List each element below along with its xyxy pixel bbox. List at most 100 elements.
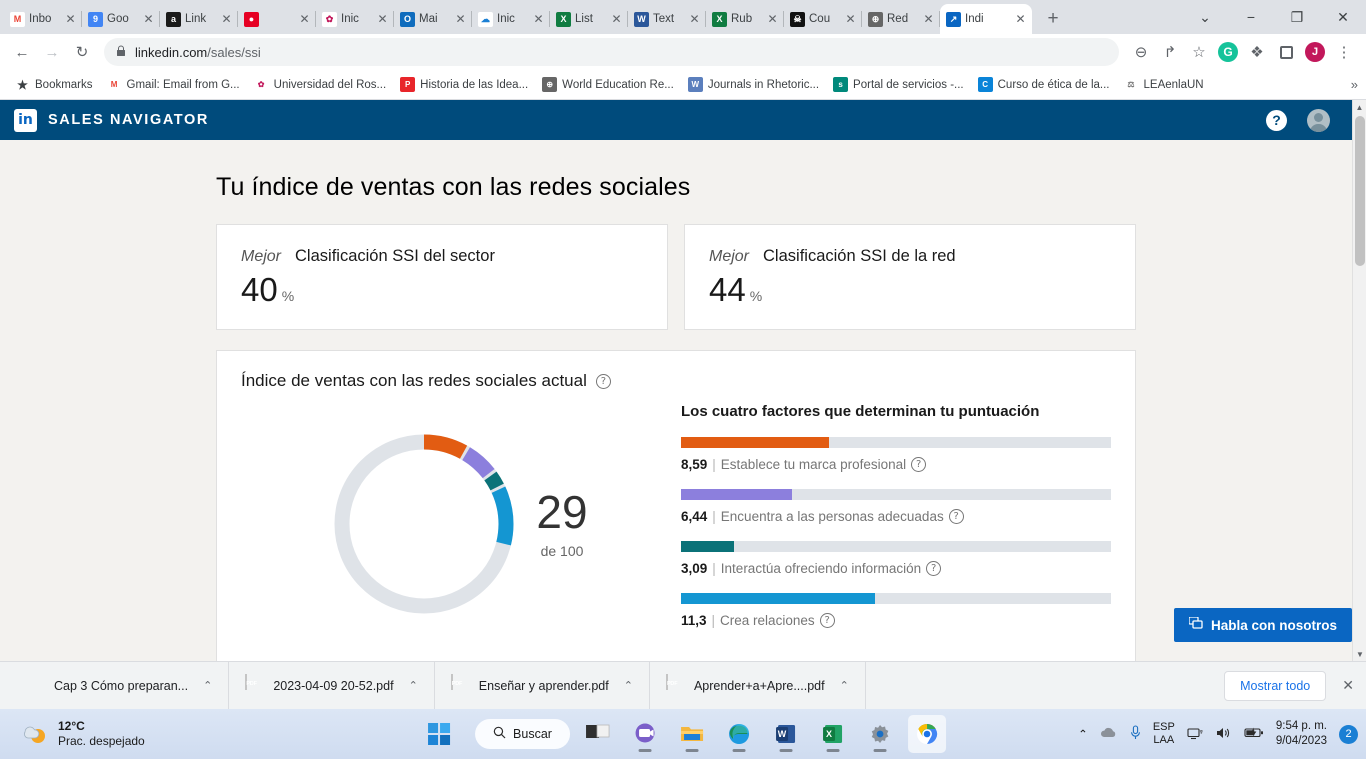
- bookmarks-overflow-icon[interactable]: »: [1351, 77, 1358, 92]
- forward-icon[interactable]: →: [38, 38, 66, 66]
- help-circle-icon[interactable]: ?: [819, 613, 835, 628]
- download-item[interactable]: Enseñar y aprender.pdf ⌃: [435, 661, 650, 710]
- word-icon[interactable]: W: [767, 715, 805, 753]
- browser-tab[interactable]: W Text ✕: [628, 4, 706, 34]
- bookmark-item[interactable]: W Journals in Rhetoric...: [681, 74, 826, 95]
- sidepanel-icon[interactable]: [1272, 38, 1300, 66]
- zoom-icon[interactable]: ⊖: [1127, 38, 1155, 66]
- edge-icon[interactable]: [720, 715, 758, 753]
- tray-expand-icon[interactable]: ⌃: [1078, 727, 1088, 741]
- browser-tab[interactable]: ✿ Inic ✕: [316, 4, 394, 34]
- download-item[interactable]: Cap 3 Cómo preparan... ⌃: [10, 661, 230, 710]
- help-circle-icon[interactable]: ?: [911, 457, 927, 472]
- tab-close-icon[interactable]: ✕: [845, 12, 856, 26]
- bookmark-item[interactable]: ⊕ World Education Re...: [535, 74, 681, 95]
- taskbar-weather-widget[interactable]: 12°C Prac. despejado: [0, 719, 145, 749]
- close-shelf-icon[interactable]: ✕: [1342, 677, 1354, 694]
- teams-icon[interactable]: [626, 715, 664, 753]
- browser-tab[interactable]: ⊕ Red ✕: [862, 4, 940, 34]
- bookmark-item[interactable]: M Gmail: Email from G...: [100, 74, 247, 95]
- browser-tab[interactable]: X List ✕: [550, 4, 628, 34]
- close-window-button[interactable]: ✕: [1320, 9, 1366, 26]
- tab-close-icon[interactable]: ✕: [455, 12, 466, 26]
- tab-close-icon[interactable]: ✕: [611, 12, 622, 26]
- browser-tab[interactable]: a Link ✕: [160, 4, 238, 34]
- help-circle-icon[interactable]: ?: [926, 561, 942, 576]
- browser-tab[interactable]: X Rub ✕: [706, 4, 784, 34]
- download-menu-icon[interactable]: ⌃: [409, 679, 418, 692]
- tab-close-icon[interactable]: ✕: [377, 12, 388, 26]
- bookmark-item[interactable]: C Curso de ética de la...: [971, 74, 1117, 95]
- back-icon[interactable]: ←: [8, 38, 36, 66]
- tab-close-icon[interactable]: ✕: [1015, 12, 1026, 26]
- maximize-button[interactable]: ❐: [1274, 9, 1320, 26]
- tab-close-icon[interactable]: ✕: [533, 12, 544, 26]
- grammarly-icon[interactable]: G: [1214, 38, 1242, 66]
- scrollbar-thumb[interactable]: [1355, 116, 1365, 266]
- bookmark-item[interactable]: P Historia de las Idea...: [393, 74, 535, 95]
- help-circle-icon[interactable]: ?: [595, 373, 611, 389]
- taskbar-search-box[interactable]: Buscar: [475, 719, 570, 749]
- address-bar[interactable]: linkedin.com/sales/ssi: [104, 38, 1119, 66]
- chat-with-us-button[interactable]: Habla con nosotros: [1173, 608, 1352, 642]
- browser-tab[interactable]: ☠ Cou ✕: [784, 4, 862, 34]
- scroll-up-arrow[interactable]: ▲: [1353, 100, 1366, 114]
- battery-charging-icon[interactable]: [1244, 726, 1264, 742]
- notification-badge[interactable]: 2: [1339, 724, 1358, 744]
- browser-tab[interactable]: O Mai ✕: [394, 4, 472, 34]
- tab-close-icon[interactable]: ✕: [767, 12, 778, 26]
- download-item[interactable]: Aprender+a+Apre....pdf ⌃: [650, 661, 866, 710]
- bookmark-item[interactable]: ★ Bookmarks: [8, 74, 100, 95]
- extensions-puzzle-icon[interactable]: ❖: [1243, 38, 1271, 66]
- microphone-icon[interactable]: [1130, 725, 1141, 743]
- page-scroll-area: Tu índice de ventas con las redes social…: [0, 140, 1352, 661]
- download-menu-icon[interactable]: ⌃: [840, 679, 849, 692]
- help-icon[interactable]: ?: [1266, 109, 1287, 131]
- taskbar-clock[interactable]: 9:54 p. m. 9/04/2023: [1276, 719, 1327, 749]
- tab-search-button[interactable]: ⌄: [1182, 9, 1228, 26]
- language-indicator[interactable]: ESP LAA: [1153, 721, 1175, 747]
- reload-icon[interactable]: ↻: [68, 38, 96, 66]
- network-icon[interactable]: [1187, 726, 1204, 743]
- bookmark-item[interactable]: ✿ Universidad del Ros...: [247, 74, 394, 95]
- file-explorer-icon[interactable]: [673, 715, 711, 753]
- factor-score: 3,09: [681, 561, 708, 576]
- taskview-icon[interactable]: [579, 715, 617, 753]
- tab-close-icon[interactable]: ✕: [65, 12, 76, 26]
- new-tab-button[interactable]: +: [1040, 8, 1066, 30]
- bookmark-item[interactable]: ⚖ LEAenlaUN: [1117, 74, 1211, 95]
- scroll-down-arrow[interactable]: ▼: [1353, 647, 1366, 661]
- tab-close-icon[interactable]: ✕: [221, 12, 232, 26]
- profile-avatar[interactable]: J: [1301, 38, 1329, 66]
- browser-tab[interactable]: M Inbo ✕: [4, 4, 82, 34]
- tab-close-icon[interactable]: ✕: [299, 12, 310, 26]
- onedrive-icon[interactable]: [1100, 726, 1118, 742]
- browser-tab[interactable]: 9 Goo ✕: [82, 4, 160, 34]
- user-avatar[interactable]: [1307, 108, 1330, 132]
- windows-taskbar: 12°C Prac. despejado Buscar W X ⌃ ESP LA…: [0, 709, 1366, 759]
- chrome-menu-icon[interactable]: ⋮: [1330, 38, 1358, 66]
- start-button[interactable]: [420, 715, 458, 753]
- svg-text:W: W: [778, 729, 787, 739]
- share-icon[interactable]: ↱: [1156, 38, 1184, 66]
- linkedin-logo-icon[interactable]: in: [14, 108, 37, 132]
- bookmark-star-icon[interactable]: ☆: [1185, 38, 1213, 66]
- browser-tab[interactable]: ☁ Inic ✕: [472, 4, 550, 34]
- settings-icon[interactable]: [861, 715, 899, 753]
- page-scrollbar[interactable]: ▲ ▼: [1352, 100, 1366, 661]
- download-menu-icon[interactable]: ⌃: [624, 679, 633, 692]
- bookmark-item[interactable]: s Portal de servicios -...: [826, 74, 971, 95]
- download-item[interactable]: 2023-04-09 20-52.pdf ⌃: [229, 661, 435, 710]
- download-menu-icon[interactable]: ⌃: [203, 679, 212, 692]
- volume-icon[interactable]: [1216, 726, 1232, 743]
- browser-tab[interactable]: ● ✕: [238, 4, 316, 34]
- tab-close-icon[interactable]: ✕: [143, 12, 154, 26]
- browser-tab[interactable]: ↗ Índi ✕: [940, 4, 1032, 34]
- excel-icon[interactable]: X: [814, 715, 852, 753]
- chrome-icon[interactable]: [907, 715, 946, 753]
- minimize-button[interactable]: −: [1228, 9, 1274, 25]
- help-circle-icon[interactable]: ?: [948, 509, 964, 524]
- tab-close-icon[interactable]: ✕: [689, 12, 700, 26]
- show-all-downloads-button[interactable]: Mostrar todo: [1224, 670, 1327, 701]
- tab-close-icon[interactable]: ✕: [923, 12, 934, 26]
